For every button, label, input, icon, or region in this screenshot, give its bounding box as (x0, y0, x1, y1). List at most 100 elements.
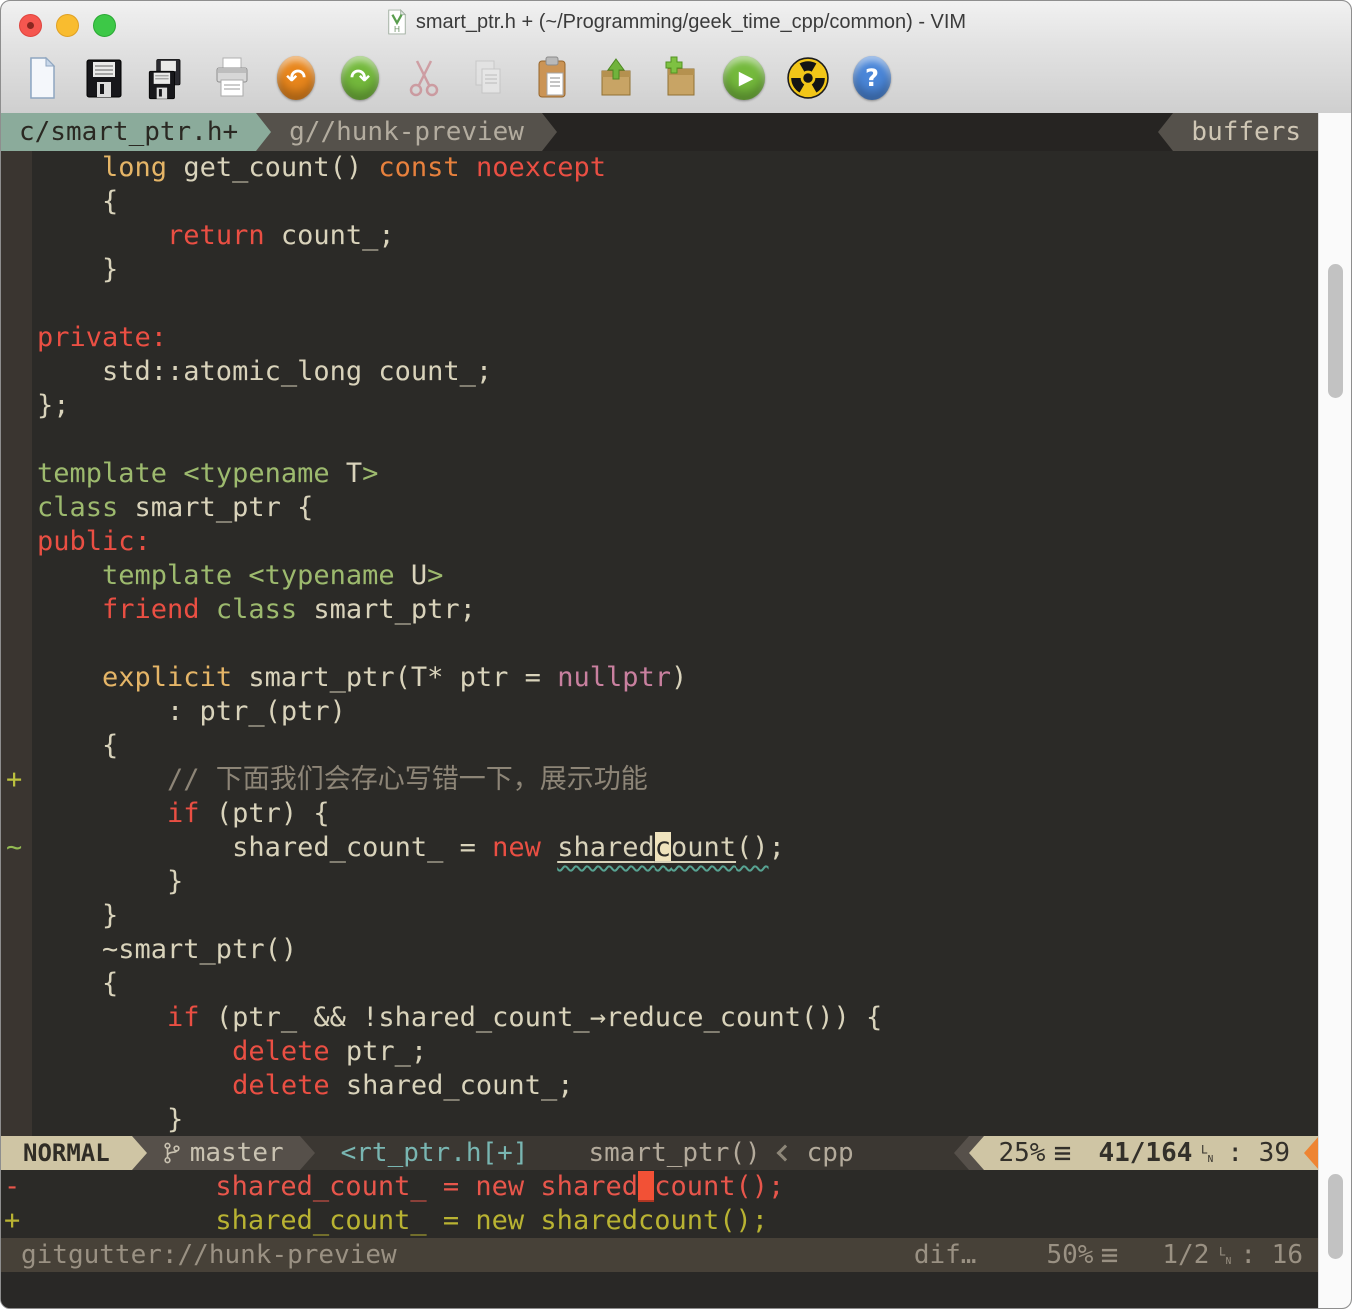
build-button[interactable] (781, 47, 835, 109)
tab-separator-icon (1158, 113, 1173, 151)
cut-button[interactable] (397, 47, 451, 109)
branch-icon (163, 1141, 181, 1165)
scroll-percent: 25% (998, 1138, 1045, 1168)
scrollbar-thumb-preview[interactable] (1328, 1174, 1343, 1259)
code-line: explicit smart_ptr(T* ptr = nullptr) (1, 661, 1319, 695)
new-file-icon (20, 55, 60, 101)
document-proxy-icon[interactable]: H (386, 9, 408, 35)
svg-text:N: N (1226, 1255, 1232, 1265)
code-line: friend class smart_ptr; (1, 593, 1319, 627)
code-line: class smart_ptr { (1, 491, 1319, 525)
buffers-label[interactable]: buffers (1173, 113, 1319, 151)
undo-button[interactable]: ↶ (269, 47, 323, 109)
code-line: ~smart_ptr() (1, 933, 1319, 967)
code-line: { (1, 185, 1319, 219)
save-button[interactable] (77, 47, 131, 109)
title-area: H smart_ptr.h + (~/Programming/geek_time… (1, 1, 1351, 43)
undo-icon: ↶ (277, 56, 315, 100)
save-all-button[interactable] (141, 47, 195, 109)
scrollbar-thumb-main[interactable] (1328, 264, 1343, 398)
code-line: }; (1, 389, 1319, 423)
column-position: : 39 (1227, 1138, 1290, 1168)
preview-buffer-name: gitgutter://hunk-preview (21, 1240, 397, 1270)
gitgutter-sign: + (6, 763, 22, 797)
lines-icon (1054, 1145, 1071, 1162)
editor-area[interactable]: long get_count() const noexcept { return… (1, 151, 1319, 1136)
redo-icon: ↷ (341, 56, 379, 100)
scrollbar-track[interactable] (1318, 113, 1352, 1309)
window-header: H smart_ptr.h + (~/Programming/geek_time… (1, 1, 1351, 114)
code-line (1, 287, 1319, 321)
code-line: { (1, 967, 1319, 1001)
run-script-button[interactable]: ▶ (717, 47, 771, 109)
help-button[interactable]: ? (845, 47, 899, 109)
print-button[interactable] (205, 47, 259, 109)
filename-label: <rt_ptr.h[+] (341, 1138, 529, 1168)
svg-text:H: H (394, 25, 400, 34)
warning-arrow-icon (1304, 1136, 1319, 1170)
statusline-separator-icon (969, 1136, 984, 1170)
title-bar[interactable]: H smart_ptr.h + (~/Programming/geek_time… (1, 1, 1351, 43)
code-lines: long get_count() const noexcept { return… (1, 151, 1319, 1136)
load-session-button[interactable] (589, 47, 643, 109)
code-line: std::atomic_long count_; (1, 355, 1319, 389)
tab-hunk-preview[interactable]: g//hunk-preview (271, 113, 542, 151)
print-icon (212, 55, 252, 101)
copy-button[interactable] (461, 47, 515, 109)
paste-icon (532, 55, 572, 101)
new-file-button[interactable] (13, 47, 67, 109)
mode-indicator: NORMAL (1, 1136, 132, 1170)
tab-smart-ptr[interactable]: c/smart_ptr.h+ (1, 113, 256, 151)
code-line: } (1, 865, 1319, 899)
tab-separator-icon (542, 113, 557, 151)
window-title: smart_ptr.h + (~/Programming/geek_time_c… (416, 11, 966, 34)
line-number-icon: LN (1219, 1245, 1234, 1266)
tab-separator-icon (256, 113, 271, 151)
tab-label: g//hunk-preview (289, 117, 524, 147)
radiation-icon (787, 57, 829, 99)
preview-column-position: : 16 (1240, 1240, 1303, 1270)
macvim-window: H smart_ptr.h + (~/Programming/geek_time… (0, 0, 1352, 1309)
tabline-spacer (557, 113, 1158, 151)
code-line (1, 627, 1319, 661)
redo-button[interactable]: ↷ (333, 47, 387, 109)
current-function-label: smart_ptr() (588, 1138, 760, 1168)
code-line: private: (1, 321, 1319, 355)
code-line: template <typename T> (1, 457, 1319, 491)
code-line: - shared_count_ = new shared_count(); (1, 1170, 1319, 1204)
code-line: ~ shared_count_ = new sharedcount(); (1, 831, 1319, 865)
status-line: NORMAL master <rt_ptr.h[+] smart_ptr() c… (1, 1136, 1319, 1170)
statusline-separator-icon (132, 1136, 147, 1170)
code-line: return count_; (1, 219, 1319, 253)
box-up-arrow-icon (596, 55, 636, 101)
code-line: if (ptr) { (1, 797, 1319, 831)
statusline-separator-icon (954, 1136, 969, 1170)
code-line: delete shared_count_; (1, 1069, 1319, 1103)
tab-label: buffers (1191, 117, 1301, 147)
git-branch-section: master (147, 1136, 300, 1170)
gitgutter-sign: ~ (6, 831, 22, 865)
svg-text:N: N (1208, 1153, 1214, 1163)
code-line: template <typename U> (1, 559, 1319, 593)
save-session-button[interactable] (653, 47, 707, 109)
code-line: delete ptr_; (1, 1035, 1319, 1069)
code-line: long get_count() const noexcept (1, 151, 1319, 185)
preview-status-line: gitgutter://hunk-preview dif… 50% 1/2 LN… (1, 1238, 1319, 1272)
code-line: if (ptr_ && !shared_count_→reduce_count(… (1, 1001, 1319, 1035)
tab-label: c/smart_ptr.h+ (19, 117, 238, 147)
cut-icon (404, 55, 444, 101)
tab-line: c/smart_ptr.h+ g//hunk-preview buffers (1, 113, 1319, 151)
branch-name: master (190, 1138, 284, 1168)
save-all-icon (147, 55, 189, 101)
toolbar: ↶ ↷ (1, 43, 1351, 113)
chevron-left-icon (776, 1145, 793, 1162)
code-line: } (1, 253, 1319, 287)
save-icon (84, 55, 124, 101)
lines-icon (1101, 1247, 1118, 1264)
statusline-position-section: 25% 41/164 LN : 39 (984, 1136, 1304, 1170)
paste-button[interactable] (525, 47, 579, 109)
code-line: : ptr_(ptr) (1, 695, 1319, 729)
hunk-preview-window[interactable]: - shared_count_ = new shared_count();+ s… (1, 1170, 1319, 1238)
question-icon: ? (853, 56, 891, 100)
play-icon: ▶ (723, 56, 765, 100)
